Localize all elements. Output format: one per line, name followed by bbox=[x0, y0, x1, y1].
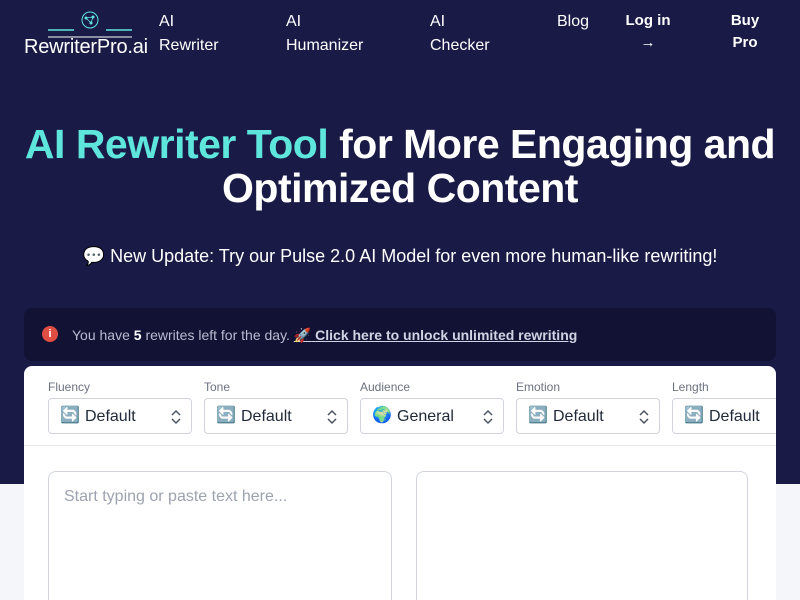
refresh-icon: 🔄 bbox=[60, 407, 80, 424]
audience-value: General bbox=[397, 408, 454, 425]
unlock-unlimited-link[interactable]: 🚀 Click here to unlock unlimited rewriti… bbox=[294, 327, 577, 343]
tone-label: Tone bbox=[204, 380, 231, 394]
nav-ai-checker-line1: AI bbox=[430, 13, 446, 30]
notice-text: You have 5 rewrites left for the day. 🚀 … bbox=[72, 325, 577, 345]
chevron-up-down-icon bbox=[327, 409, 337, 425]
buy-pro-line1: Buy bbox=[730, 12, 760, 29]
length-select[interactable]: 🔄 Default bbox=[672, 398, 776, 434]
output-text-area bbox=[416, 471, 748, 600]
nav-blog[interactable]: Blog bbox=[557, 10, 589, 34]
nav-ai-checker[interactable]: AI Checker bbox=[430, 10, 530, 58]
globe-icon: 🌍 bbox=[372, 407, 392, 424]
page-title: AI Rewriter Tool for More Engaging and O… bbox=[0, 122, 800, 210]
chevron-up-down-icon bbox=[171, 409, 181, 425]
nav-ai-rewriter[interactable]: AI Rewriter bbox=[159, 10, 259, 58]
brain-logo-icon bbox=[48, 11, 132, 38]
login-link[interactable]: Log in → bbox=[618, 10, 678, 54]
logo-text: RewriterPro.ai bbox=[24, 36, 148, 58]
nav-ai-humanizer-line2: Humanizer bbox=[286, 37, 364, 54]
chevron-up-down-icon bbox=[483, 409, 493, 425]
fluency-value: Default bbox=[85, 408, 136, 425]
audience-label: Audience bbox=[360, 380, 411, 394]
nav-ai-checker-line2: Checker bbox=[430, 37, 490, 54]
refresh-icon: 🔄 bbox=[684, 407, 704, 424]
refresh-icon: 🔄 bbox=[216, 407, 236, 424]
page-title-accent: AI Rewriter Tool bbox=[24, 121, 329, 167]
length-label: Length bbox=[672, 380, 709, 394]
notice-text-after: rewrites left for the day. bbox=[141, 327, 294, 343]
nav-ai-humanizer[interactable]: AI Humanizer bbox=[286, 10, 386, 58]
tone-control: Tone 🔄 Default bbox=[204, 380, 348, 434]
info-alert-icon: i bbox=[42, 326, 58, 342]
fluency-control: Fluency 🔄 Default bbox=[48, 380, 192, 434]
arrow-right-icon: → bbox=[640, 34, 656, 51]
emotion-select[interactable]: 🔄 Default bbox=[516, 398, 660, 434]
length-value: Default bbox=[709, 408, 760, 425]
fluency-label: Fluency bbox=[48, 380, 91, 394]
tone-value: Default bbox=[241, 408, 292, 425]
nav-ai-rewriter-line1: AI bbox=[159, 13, 175, 30]
speech-bubble-icon: 💬 bbox=[82, 246, 106, 266]
logo[interactable]: RewriterPro.ai bbox=[24, 8, 156, 62]
audience-control: Audience 🌍 General bbox=[360, 380, 504, 434]
input-textarea[interactable] bbox=[49, 472, 391, 600]
nav-ai-humanizer-line1: AI bbox=[286, 13, 302, 30]
rewrites-count: 5 bbox=[133, 327, 142, 343]
emotion-label: Emotion bbox=[516, 380, 561, 394]
fluency-select[interactable]: 🔄 Default bbox=[48, 398, 192, 434]
tone-select[interactable]: 🔄 Default bbox=[204, 398, 348, 434]
notice-text-before: You have bbox=[72, 327, 134, 343]
update-text: New Update: Try our Pulse 2.0 AI Model f… bbox=[110, 246, 718, 266]
length-control: Length 🔄 Default bbox=[672, 380, 776, 434]
audience-select[interactable]: 🌍 General bbox=[360, 398, 504, 434]
rewriter-panel: Fluency 🔄 Default Tone 🔄 Default Audienc… bbox=[24, 366, 776, 600]
update-banner: 💬 New Update: Try our Pulse 2.0 AI Model… bbox=[0, 244, 800, 268]
emotion-control: Emotion 🔄 Default bbox=[516, 380, 660, 434]
input-text-area bbox=[48, 471, 392, 600]
emotion-value: Default bbox=[553, 408, 604, 425]
login-label: Log in bbox=[625, 12, 671, 29]
refresh-icon: 🔄 bbox=[528, 407, 548, 424]
settings-bar: Fluency 🔄 Default Tone 🔄 Default Audienc… bbox=[24, 366, 776, 446]
nav-blog-label: Blog bbox=[557, 13, 590, 30]
nav-ai-rewriter-line2: Rewriter bbox=[159, 37, 219, 54]
rocket-icon: 🚀 bbox=[293, 327, 312, 343]
chevron-up-down-icon bbox=[639, 409, 649, 425]
buy-pro-line2: Pro bbox=[732, 34, 758, 51]
top-nav: RewriterPro.ai AI Rewriter AI Humanizer … bbox=[0, 0, 800, 70]
buy-pro-button[interactable]: Buy Pro bbox=[720, 10, 770, 54]
rewrites-notice: i You have 5 rewrites left for the day. … bbox=[24, 308, 776, 361]
unlock-link-text: Click here to unlock unlimited rewriting bbox=[315, 327, 578, 343]
